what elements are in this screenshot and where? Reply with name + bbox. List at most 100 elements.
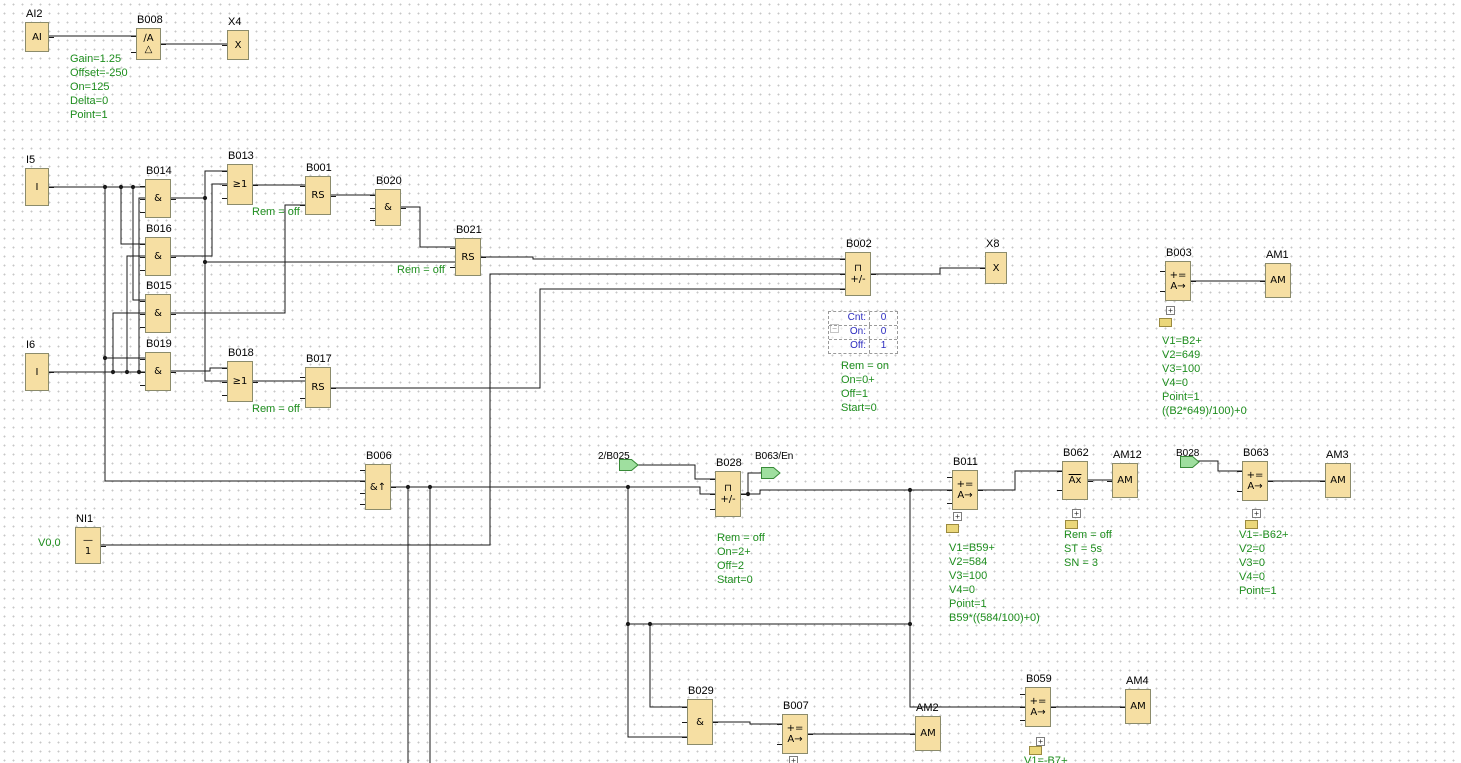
- plus-icon[interactable]: +: [789, 756, 798, 763]
- wire[interactable]: [871, 268, 985, 274]
- wire[interactable]: [481, 257, 845, 259]
- input-pin: [710, 509, 715, 510]
- wire[interactable]: [171, 184, 227, 256]
- wire[interactable]: [113, 313, 145, 372]
- and-gate-B020[interactable]: &: [375, 189, 401, 226]
- block-label-NI1: NI1: [76, 513, 93, 525]
- or-gate-B013[interactable]: ≥1: [227, 164, 253, 205]
- analog-marker-AM12[interactable]: AM: [1112, 463, 1138, 498]
- junction-dot: [125, 370, 129, 374]
- input-pin: [360, 481, 365, 482]
- output-pin: [171, 257, 176, 258]
- input-pin: [300, 398, 305, 399]
- analog-marker-AM1[interactable]: AM: [1265, 263, 1291, 298]
- wire[interactable]: [1197, 461, 1242, 471]
- wire[interactable]: [205, 198, 227, 381]
- analog-input-AI2[interactable]: AI: [25, 22, 49, 52]
- param-line: On=2+: [717, 545, 765, 559]
- digital-input-I5[interactable]: I: [25, 168, 49, 206]
- rs-latch-B021[interactable]: RS: [455, 238, 481, 276]
- param-line: V1=-B62+: [1239, 528, 1289, 542]
- math-instruction-B011[interactable]: +=A→: [952, 470, 978, 510]
- output-pin: [161, 44, 166, 45]
- input-pin: [1160, 291, 1165, 292]
- param-line: Rem = off: [252, 205, 300, 219]
- analog-amplifier-B008[interactable]: ∕A△: [136, 28, 161, 60]
- param-line: V3=100: [949, 569, 1040, 583]
- wire[interactable]: [978, 471, 1062, 490]
- or-gate-B018[interactable]: ≥1: [227, 361, 253, 402]
- plus-icon[interactable]: +: [1072, 509, 1081, 518]
- analog-marker-AM4[interactable]: AM: [1125, 689, 1151, 724]
- input-pin: [222, 368, 227, 369]
- analog-filter-B062[interactable]: Ax: [1062, 461, 1088, 500]
- wire[interactable]: [741, 490, 952, 494]
- and-gate-B029[interactable]: &: [687, 699, 713, 745]
- wire[interactable]: [391, 487, 715, 494]
- network-input-NI1[interactable]: —1: [75, 527, 101, 564]
- block-symbol: AI: [32, 32, 42, 43]
- input-pin: [947, 477, 952, 478]
- params-b063: V1=-B62+V2=0V3=0V4=0Point=1: [1239, 528, 1289, 598]
- math-instruction-B059[interactable]: +=A→: [1025, 687, 1051, 727]
- params-b008: Gain=1.25Offset=-250On=125Delta=0Point=1: [70, 52, 128, 122]
- block-symbol: A→: [1170, 281, 1185, 292]
- diagram-canvas[interactable]: AIAI2∕A△B008XX4II5&B014≥1B013RSB001&B020…: [0, 0, 1461, 763]
- math-instruction-B063[interactable]: +=A→: [1242, 461, 1268, 501]
- wire[interactable]: [401, 207, 455, 247]
- block-symbol: I: [36, 182, 39, 193]
- junction-dot: [908, 488, 912, 492]
- rs-latch-B017[interactable]: RS: [305, 367, 331, 408]
- wire[interactable]: [628, 487, 687, 737]
- block-symbol: AM: [1270, 275, 1285, 286]
- junction-dot: [406, 485, 410, 489]
- wire[interactable]: [171, 368, 227, 371]
- wire[interactable]: [650, 624, 687, 707]
- and-gate-B016[interactable]: &: [145, 237, 171, 276]
- block-label-X4: X4: [228, 16, 241, 28]
- input-pin: [300, 205, 305, 206]
- param-line: Rem = off: [717, 531, 765, 545]
- up-down-counter-B028[interactable]: ⊓+/-: [715, 471, 741, 517]
- block-label-B018: B018: [228, 347, 254, 359]
- analog-marker-AM3[interactable]: AM: [1325, 463, 1351, 498]
- input-pin: [131, 36, 136, 37]
- param-line: Rem = off: [397, 263, 445, 277]
- block-symbol: △: [145, 44, 153, 55]
- wire[interactable]: [105, 187, 365, 481]
- junction-dot: [626, 622, 630, 626]
- edge-and-gate-B006[interactable]: &↑: [365, 464, 391, 510]
- plus-icon[interactable]: +: [1166, 306, 1175, 315]
- wire[interactable]: [637, 465, 715, 479]
- wire[interactable]: [139, 198, 145, 372]
- math-instruction-B007[interactable]: +=A→: [782, 714, 808, 754]
- analog-marker-AM2[interactable]: AM: [915, 716, 941, 751]
- input-pin: [710, 494, 715, 495]
- wire[interactable]: [331, 289, 845, 388]
- up-down-counter-B002[interactable]: ⊓+/-: [845, 252, 871, 296]
- connector-flag[interactable]: [761, 467, 781, 479]
- input-pin: [140, 301, 145, 302]
- input-pin: [450, 248, 455, 249]
- connector-flag-label: B028: [1176, 448, 1199, 459]
- and-gate-B015[interactable]: &: [145, 294, 171, 333]
- math-instruction-B003[interactable]: +=A→: [1165, 261, 1191, 301]
- wire[interactable]: [171, 205, 305, 313]
- open-connector-X8[interactable]: X: [985, 252, 1007, 284]
- and-gate-B014[interactable]: &: [145, 179, 171, 218]
- wire[interactable]: [713, 722, 782, 724]
- open-connector-X4[interactable]: X: [227, 30, 249, 60]
- plus-icon[interactable]: +: [1036, 737, 1045, 746]
- plus-icon[interactable]: +: [953, 512, 962, 521]
- rs-latch-B001[interactable]: RS: [305, 176, 331, 215]
- digital-input-I6[interactable]: I: [25, 353, 49, 391]
- counter-row-value: 1: [869, 340, 897, 353]
- param-line: V1=B2+: [1162, 334, 1247, 348]
- input-pin: [682, 737, 687, 738]
- input-pin: [300, 186, 305, 187]
- and-gate-B019[interactable]: &: [145, 352, 171, 391]
- output-pin: [481, 257, 486, 258]
- junction-dot: [746, 492, 750, 496]
- plus-icon[interactable]: +: [1252, 509, 1261, 518]
- block-label-B003: B003: [1166, 247, 1192, 259]
